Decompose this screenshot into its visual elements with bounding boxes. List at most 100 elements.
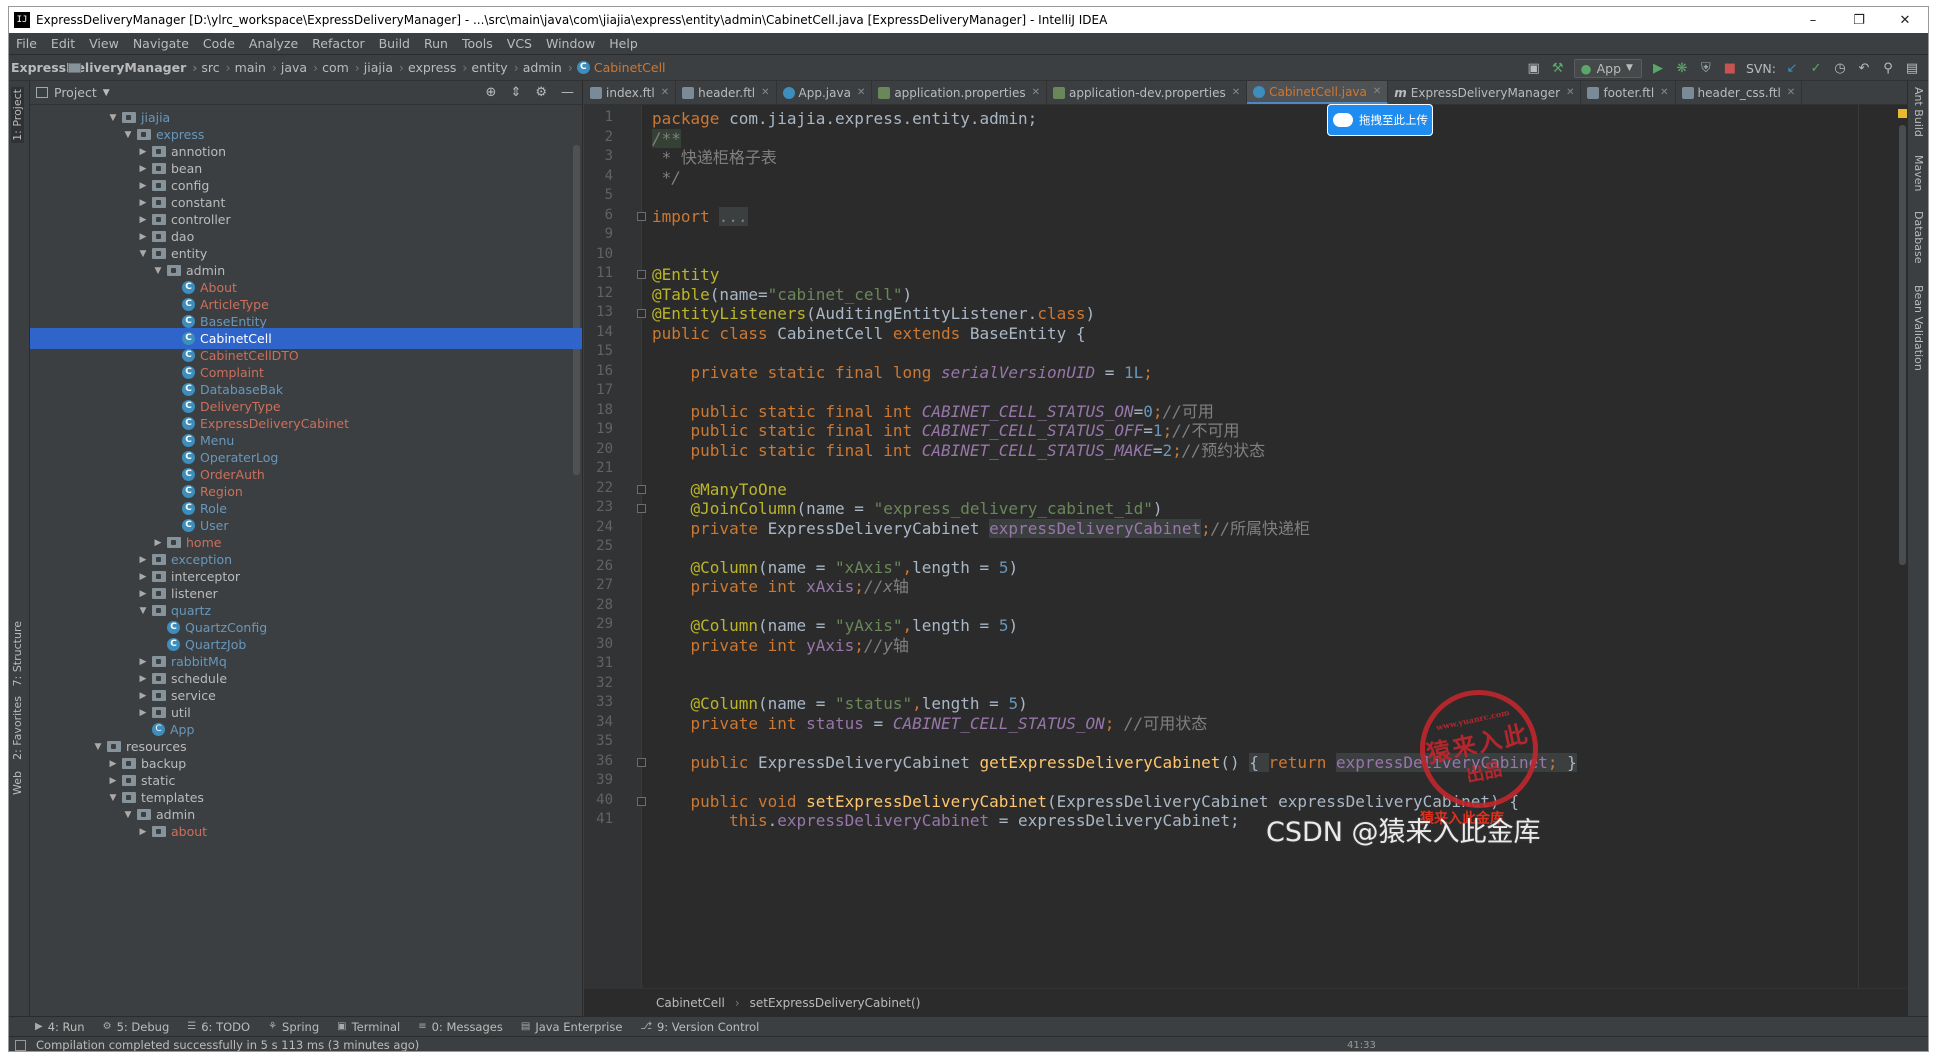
breadcrumb-item[interactable]: src › bbox=[68, 60, 232, 75]
close-tab-icon[interactable]: ✕ bbox=[1787, 87, 1795, 98]
tab-app-java[interactable]: App.java ✕ bbox=[777, 81, 873, 104]
code-line[interactable]: private int xAxis;//x轴 bbox=[652, 577, 909, 597]
tab-expressdeliverymanager[interactable]: m ExpressDeliveryManager ✕ bbox=[1388, 81, 1582, 104]
code-line[interactable]: this.expressDeliveryCabinet = expressDel… bbox=[652, 811, 1240, 831]
menu-navigate[interactable]: Navigate bbox=[126, 36, 196, 51]
collapsed-arrow-icon[interactable]: ▶ bbox=[136, 232, 150, 242]
fold-marker-icon[interactable] bbox=[637, 270, 646, 279]
locate-icon[interactable]: ⊕ bbox=[486, 85, 497, 100]
tab-application-properties[interactable]: application.properties ✕ bbox=[872, 81, 1047, 104]
stop-icon[interactable]: ■ bbox=[1722, 60, 1738, 76]
run-config-select[interactable]: ● App ▼ bbox=[1573, 58, 1642, 78]
collapsed-arrow-icon[interactable]: ▶ bbox=[136, 215, 150, 225]
tool-9-version-control[interactable]: ⎇ 9: Version Control bbox=[636, 1020, 769, 1034]
close-tab-icon[interactable]: ✕ bbox=[1373, 86, 1381, 97]
fold-marker-icon[interactable] bbox=[637, 504, 646, 513]
code-line[interactable]: /** bbox=[652, 128, 681, 149]
close-tab-icon[interactable]: ✕ bbox=[1660, 87, 1668, 98]
tool-4-run[interactable]: ▶ 4: Run bbox=[31, 1020, 95, 1034]
structure-tool-button[interactable]: 7: Structure bbox=[11, 621, 24, 686]
tool-java-enterprise[interactable]: ▤ Java Enterprise bbox=[517, 1020, 633, 1034]
close-tab-icon[interactable]: ✕ bbox=[661, 87, 669, 98]
menu-view[interactable]: View bbox=[82, 36, 126, 51]
breadcrumb-item[interactable]: ExpressDeliveryManager › bbox=[9, 60, 199, 75]
status-toggle-icon[interactable] bbox=[15, 1039, 26, 1051]
code-line[interactable]: private int yAxis;//y轴 bbox=[652, 636, 909, 656]
crumb-class[interactable]: CabinetCell bbox=[656, 996, 725, 1010]
history-icon[interactable]: ◷ bbox=[1832, 60, 1848, 76]
debug-icon[interactable]: ❋ bbox=[1674, 60, 1690, 76]
menu-code[interactable]: Code bbox=[196, 36, 242, 51]
coverage-icon[interactable]: ⛨ bbox=[1698, 60, 1714, 76]
code-line[interactable]: @EntityListeners(AuditingEntityListener.… bbox=[652, 304, 1095, 324]
svn-update-icon[interactable]: ↙ bbox=[1784, 60, 1800, 76]
breadcrumb-item[interactable]: admin › bbox=[68, 60, 575, 75]
close-button[interactable]: ✕ bbox=[1882, 13, 1928, 28]
tab-header-ftl[interactable]: header.ftl ✕ bbox=[676, 81, 777, 104]
database-tool-button[interactable]: Database bbox=[1912, 211, 1925, 264]
menu-file[interactable]: File bbox=[9, 36, 44, 51]
web-tool-button[interactable]: Web bbox=[11, 771, 24, 795]
revert-icon[interactable]: ↶ bbox=[1856, 60, 1872, 76]
ide-settings-icon[interactable]: ▤ bbox=[1904, 60, 1920, 76]
crumb-method[interactable]: setExpressDeliveryCabinet() bbox=[750, 996, 921, 1010]
code-line[interactable]: public static final int CABINET_CELL_STA… bbox=[652, 441, 1266, 461]
code-editor[interactable]: 1 2 3 4 5 6 9 10 11 12 13 14 15 16 17 18 19 20 21 22 23 24 25 2… bbox=[584, 105, 1909, 988]
hammer-build-icon[interactable]: ⚒ bbox=[1550, 60, 1566, 76]
gear-icon[interactable]: ⚙ bbox=[535, 85, 547, 100]
fold-marker-icon[interactable] bbox=[637, 757, 646, 767]
code-line[interactable]: package com.jiajia.express.entity.admin; bbox=[652, 109, 1037, 129]
collapsed-arrow-icon[interactable]: ▶ bbox=[136, 708, 150, 718]
collapsed-arrow-icon[interactable]: ▶ bbox=[136, 827, 150, 837]
collapsed-arrow-icon[interactable]: ▶ bbox=[136, 657, 150, 667]
fold-marker-icon[interactable] bbox=[637, 309, 646, 318]
menu-window[interactable]: Window bbox=[539, 36, 602, 51]
breadcrumb-item[interactable]: main › bbox=[68, 60, 279, 75]
collapsed-arrow-icon[interactable]: ▶ bbox=[136, 674, 150, 684]
expanded-arrow-icon[interactable]: ▼ bbox=[106, 793, 120, 803]
tab-index-ftl[interactable]: index.ftl ✕ bbox=[584, 81, 677, 104]
breadcrumb-item[interactable]: express › bbox=[68, 60, 469, 75]
ant-build-tool-button[interactable]: Ant Build bbox=[1912, 87, 1925, 137]
run-icon[interactable]: ▶ bbox=[1650, 60, 1666, 76]
code-line[interactable]: public void setExpressDeliveryCabinet(Ex… bbox=[652, 792, 1519, 812]
collapsed-arrow-icon[interactable]: ▶ bbox=[136, 589, 150, 599]
close-tab-icon[interactable]: ✕ bbox=[1232, 87, 1240, 98]
collapsed-arrow-icon[interactable]: ▶ bbox=[136, 181, 150, 191]
layout-icon[interactable]: ▣ bbox=[1526, 60, 1542, 76]
menu-run[interactable]: Run bbox=[417, 36, 455, 51]
status-message[interactable]: Compilation completed successfully in 5 … bbox=[36, 1038, 419, 1051]
svn-commit-icon[interactable]: ✓ bbox=[1808, 60, 1824, 76]
menu-help[interactable]: Help bbox=[602, 36, 645, 51]
code-line[interactable]: public static final int CABINET_CELL_STA… bbox=[652, 402, 1214, 422]
code-line[interactable]: @Entity bbox=[652, 265, 719, 285]
tool-spring[interactable]: ⚘ Spring bbox=[264, 1020, 329, 1034]
collapsed-arrow-icon[interactable]: ▶ bbox=[136, 691, 150, 701]
menu-edit[interactable]: Edit bbox=[44, 36, 82, 51]
expanded-arrow-icon[interactable]: ▼ bbox=[121, 810, 135, 820]
fold-marker-icon[interactable] bbox=[637, 796, 646, 806]
editor-scroll-thumb[interactable] bbox=[1899, 125, 1906, 565]
collapsed-arrow-icon[interactable]: ▶ bbox=[136, 164, 150, 174]
expanded-arrow-icon[interactable]: ▼ bbox=[151, 266, 165, 276]
fold-marker-icon[interactable] bbox=[637, 484, 646, 494]
expanded-arrow-icon[interactable]: ▼ bbox=[91, 742, 105, 752]
close-tab-icon[interactable]: ✕ bbox=[1032, 87, 1040, 98]
breadcrumb-item[interactable]: entity › bbox=[68, 60, 520, 75]
code-text[interactable]: package com.jiajia.express.entity.admin;… bbox=[652, 105, 1882, 988]
expanded-arrow-icon[interactable]: ▼ bbox=[106, 113, 120, 123]
breadcrumb-item[interactable]: jiajia › bbox=[68, 60, 406, 75]
maven-tool-button[interactable]: Maven bbox=[1912, 155, 1925, 191]
menu-vcs[interactable]: VCS bbox=[500, 36, 539, 51]
bean-validation-tool-button[interactable]: Bean Validation bbox=[1912, 285, 1925, 371]
close-tab-icon[interactable]: ✕ bbox=[761, 87, 769, 98]
favorites-tool-button[interactable]: 2: Favorites bbox=[11, 696, 24, 760]
chevron-down-icon[interactable]: ▼ bbox=[103, 88, 110, 98]
collapsed-arrow-icon[interactable]: ▶ bbox=[136, 555, 150, 565]
breadcrumb-item[interactable]: com › bbox=[68, 60, 362, 75]
breadcrumb-item[interactable]: C CabinetCell bbox=[575, 60, 668, 75]
collapsed-arrow-icon[interactable]: ▶ bbox=[136, 572, 150, 582]
tool-0-messages[interactable]: ≡ 0: Messages bbox=[414, 1020, 513, 1034]
expanded-arrow-icon[interactable]: ▼ bbox=[121, 130, 135, 140]
tab-footer-ftl[interactable]: footer.ftl ✕ bbox=[1581, 81, 1676, 104]
